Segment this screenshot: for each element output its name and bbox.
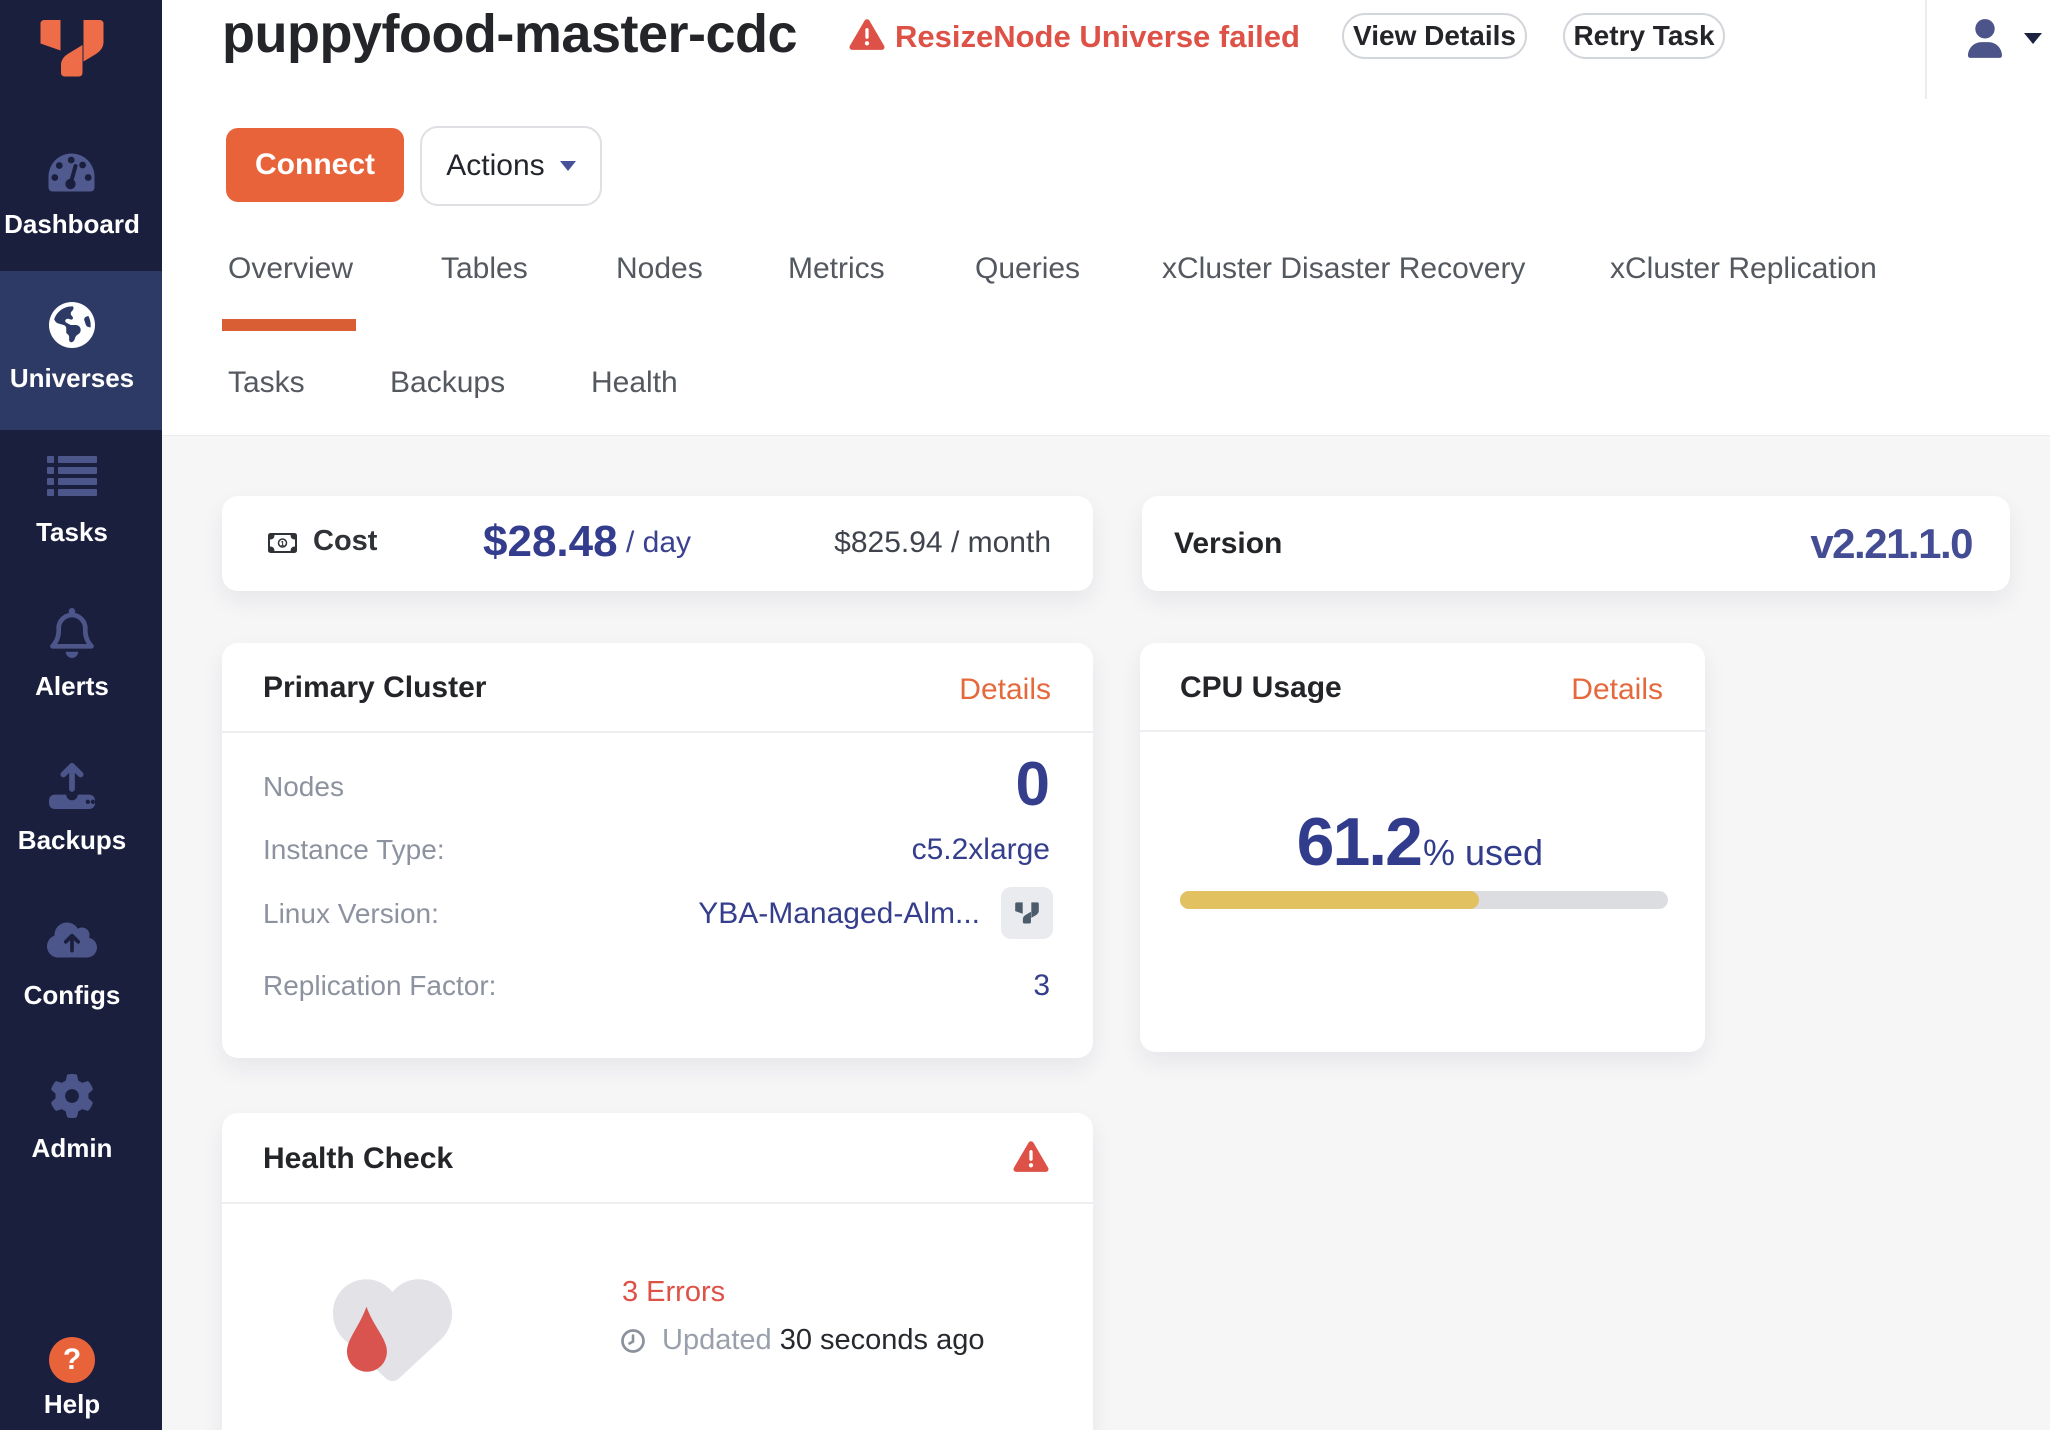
- svg-text:1: 1: [280, 539, 284, 548]
